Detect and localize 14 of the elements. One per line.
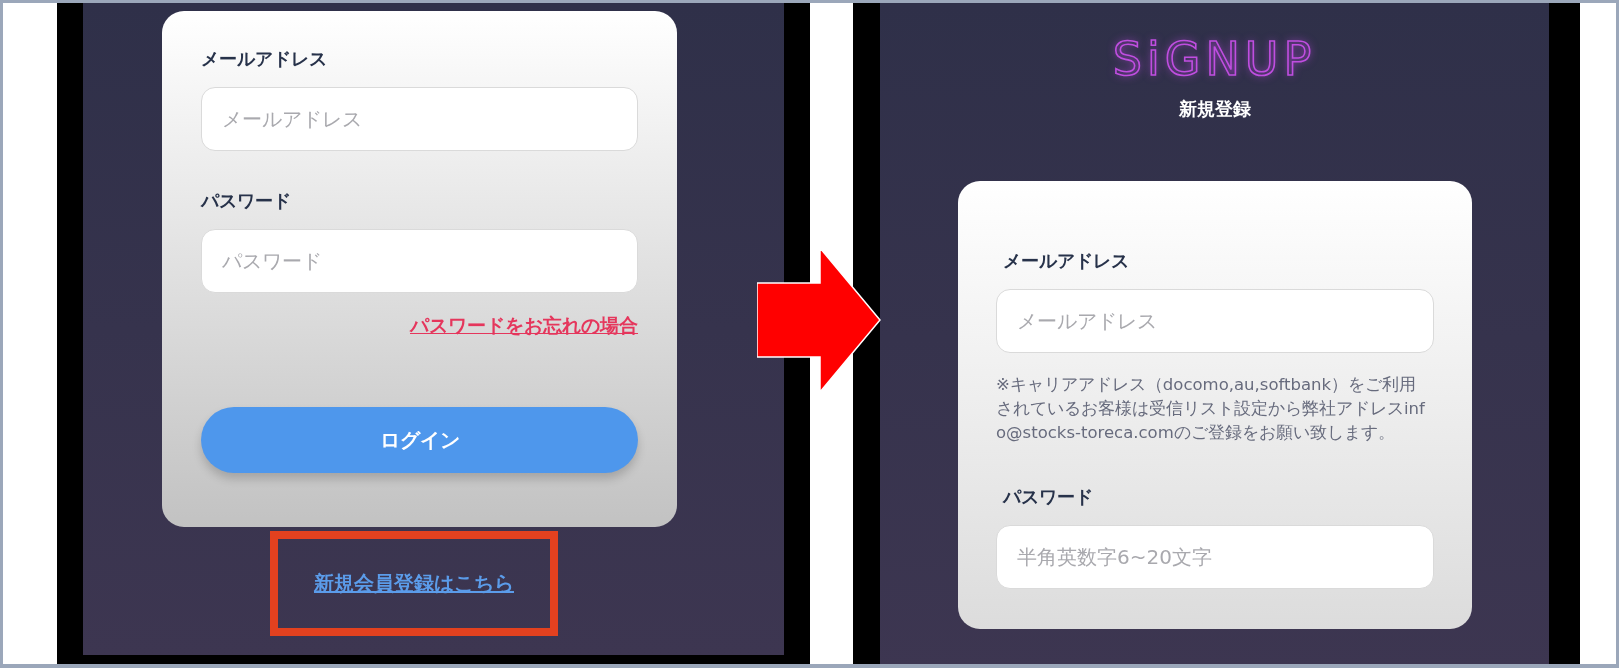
- carrier-note: ※キャリアアドレス（docomo,au,softbank）をご利用されているお客様は受信リスト設定から弊社アドレスinfo@stocks-toreca.comのご登録をお願い致します。: [996, 374, 1426, 444]
- field-label: メールアドレス: [1003, 249, 1129, 273]
- forgot-password-link[interactable]: パスワードをお忘れの場合: [410, 313, 638, 339]
- login-button[interactable]: ログイン: [201, 407, 638, 473]
- password-field[interactable]: パスワード: [201, 229, 638, 293]
- email-field[interactable]: メールアドレス: [201, 87, 638, 151]
- screen-title: 新規登録: [1178, 97, 1251, 121]
- field-label: パスワード: [1003, 485, 1093, 509]
- signup-link[interactable]: 新規会員登録はこちら: [314, 570, 514, 597]
- field-label: パスワード: [201, 189, 291, 213]
- signup-logo: SiGNUP: [1112, 31, 1317, 88]
- password-field[interactable]: 半角英数字6~20文字: [996, 525, 1434, 589]
- field-label: メールアドレス: [201, 47, 327, 71]
- email-field[interactable]: メールアドレス: [996, 289, 1434, 353]
